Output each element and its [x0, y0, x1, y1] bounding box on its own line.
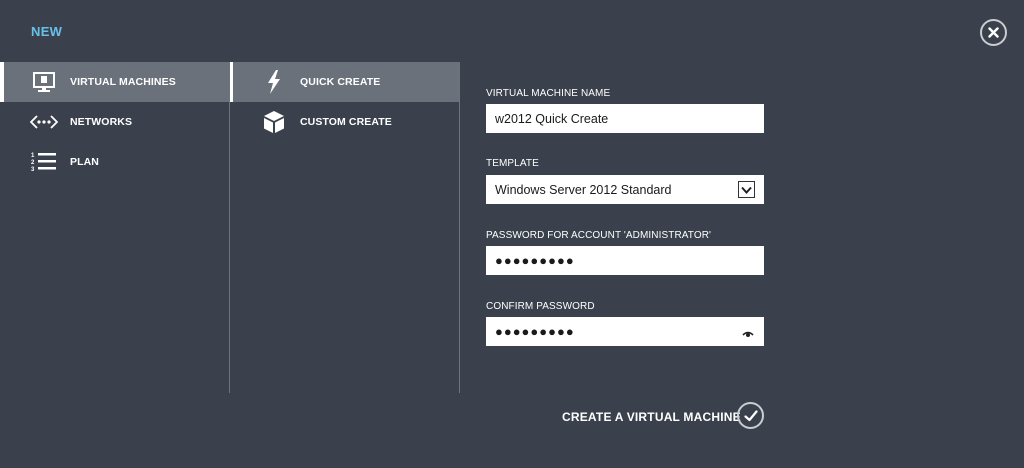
category-label: NETWORKS — [70, 116, 133, 128]
numbered-list-icon: 1 2 3 — [30, 150, 58, 174]
category-networks[interactable]: NETWORKS — [0, 102, 229, 142]
lightning-icon — [261, 70, 287, 94]
template-label: TEMPLATE — [486, 158, 539, 169]
svg-text:1: 1 — [31, 153, 35, 159]
new-title: NEW — [31, 24, 63, 39]
password-input[interactable]: ●●●●●●●●● — [486, 246, 764, 275]
confirm-password-input[interactable]: ●●●●●●●●● — [486, 317, 764, 346]
checkmark-icon — [743, 409, 758, 421]
close-icon — [988, 27, 999, 38]
option-label: CUSTOM CREATE — [300, 116, 392, 128]
create-option-list: QUICK CREATE CUSTOM CREATE — [229, 62, 460, 393]
template-value: Windows Server 2012 Standard — [495, 182, 672, 197]
network-icon — [30, 110, 58, 134]
create-vm-label[interactable]: CREATE A VIRTUAL MACHINE — [562, 410, 741, 424]
option-label: QUICK CREATE — [300, 76, 381, 88]
category-label: VIRTUAL MACHINES — [70, 76, 176, 88]
create-vm-button[interactable] — [737, 402, 764, 429]
vm-name-value: w2012 Quick Create — [495, 111, 609, 126]
password-label: PASSWORD FOR ACCOUNT 'ADMINISTRATOR' — [486, 230, 712, 241]
vm-name-input[interactable]: w2012 Quick Create — [486, 104, 764, 133]
eye-icon[interactable] — [742, 326, 754, 341]
svg-text:3: 3 — [31, 167, 35, 173]
chevron-down-icon[interactable] — [738, 181, 755, 198]
svg-text:2: 2 — [31, 160, 35, 166]
confirm-password-value: ●●●●●●●●● — [495, 324, 575, 339]
password-value: ●●●●●●●●● — [495, 253, 575, 268]
vm-name-label: VIRTUAL MACHINE NAME — [486, 88, 611, 99]
box-icon — [261, 110, 287, 134]
category-list: VIRTUAL MACHINES NETWORKS 1 2 3 PLAN — [0, 62, 229, 182]
option-custom-create[interactable]: CUSTOM CREATE — [230, 102, 459, 142]
monitor-icon — [30, 70, 58, 94]
category-label: PLAN — [70, 156, 99, 168]
category-plan[interactable]: 1 2 3 PLAN — [0, 142, 229, 182]
option-quick-create[interactable]: QUICK CREATE — [230, 62, 459, 102]
confirm-password-label: CONFIRM PASSWORD — [486, 301, 595, 312]
close-button[interactable] — [980, 19, 1007, 46]
template-select[interactable]: Windows Server 2012 Standard — [486, 175, 764, 204]
category-virtual-machines[interactable]: VIRTUAL MACHINES — [0, 62, 229, 102]
